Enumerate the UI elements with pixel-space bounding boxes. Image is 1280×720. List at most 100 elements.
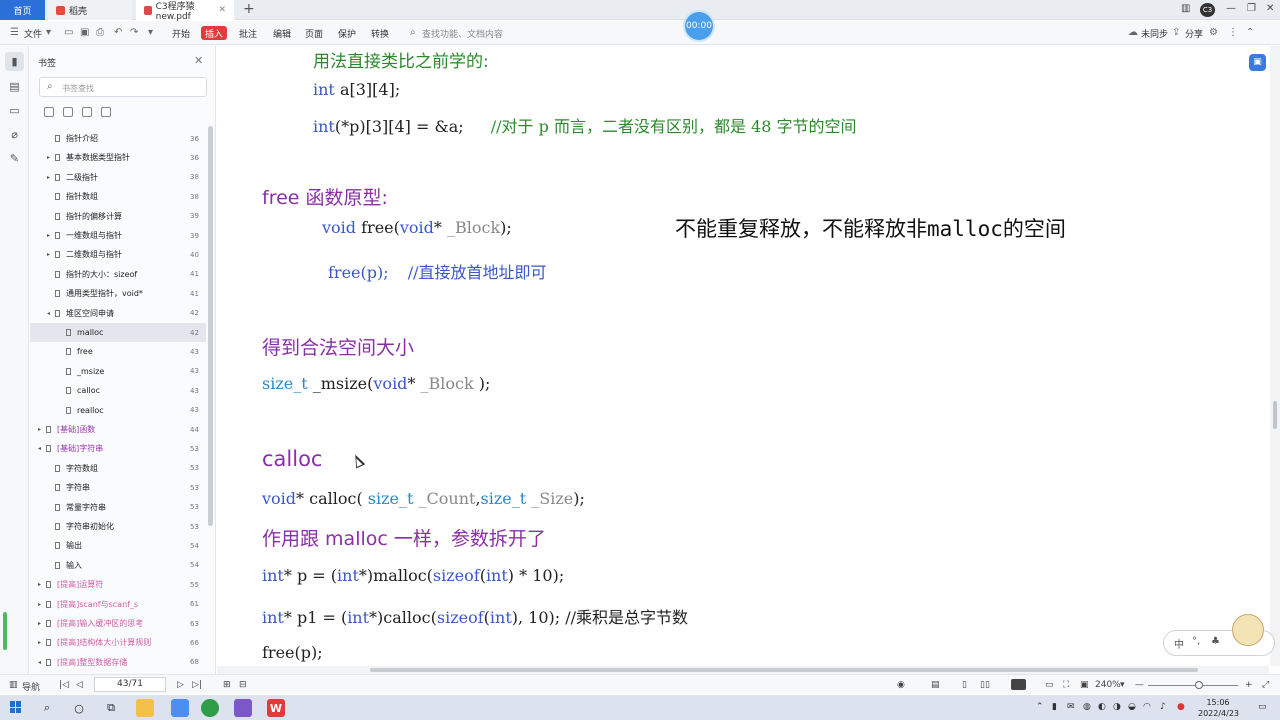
menu-page[interactable]: 页面 <box>305 27 323 40</box>
restore-icon[interactable]: ❐ <box>1247 3 1256 14</box>
print-icon[interactable]: ⎙ <box>96 27 104 38</box>
prev-page-icon[interactable]: ◁ <box>76 680 83 690</box>
continuous-icon[interactable]: ▯ <box>962 680 967 690</box>
bookmark-item[interactable]: free 43 <box>30 342 206 361</box>
minimize-icon[interactable]: — <box>1226 3 1236 14</box>
expand-arrow-icon[interactable]: ◂ <box>47 310 55 317</box>
tab-home[interactable]: 首页 <box>0 0 45 20</box>
bookmark-item[interactable]: ◂ [提高]整型数据存储 68 <box>30 653 206 672</box>
tray-app4-icon[interactable]: ◒ <box>1128 702 1136 712</box>
zoom-in-icon[interactable]: + <box>1245 680 1253 690</box>
expand-arrow-icon[interactable]: ▸ <box>47 251 55 258</box>
menu-convert[interactable]: 转换 <box>371 27 389 40</box>
panel-scrollbar[interactable] <box>208 126 213 526</box>
chevron-down-icon[interactable]: ▾ <box>46 27 51 38</box>
notification-icon[interactable]: ▭ <box>1258 702 1267 712</box>
close-window-icon[interactable]: ✕ <box>1266 3 1274 14</box>
clock[interactable]: 15:06 2022/4/23 <box>1198 697 1239 719</box>
new-tab-button[interactable]: + <box>243 1 255 17</box>
bookmark-item[interactable]: malloc 42 <box>30 323 206 342</box>
layout-icon[interactable]: ▥ <box>1181 3 1190 14</box>
bookmark-item[interactable]: 指针数组 38 <box>30 187 206 206</box>
vertical-scroll-thumb[interactable] <box>1273 401 1277 429</box>
bookmark-item[interactable]: ▸ [基础]函数 44 <box>30 420 206 439</box>
undo-icon[interactable]: ↶ <box>114 27 122 38</box>
expand-arrow-icon[interactable]: ▸ <box>38 639 46 646</box>
more-icon[interactable]: ▾ <box>148 27 153 38</box>
zoom-dropdown-icon[interactable]: ▾ <box>1120 680 1125 690</box>
zoom-slider[interactable] <box>1148 685 1238 686</box>
redo-icon[interactable]: ↷ <box>130 27 138 38</box>
bookmark-item[interactable]: calloc 43 <box>30 381 206 400</box>
bookmark-item[interactable]: 通用类型指针，void* 41 <box>30 284 206 303</box>
bookmark-item[interactable]: ▸ 二维数组与指针 40 <box>30 245 206 264</box>
bookmark-icon[interactable]: ▮ <box>5 52 24 71</box>
bookmark-item[interactable]: 指针的大小：sizeof 41 <box>30 265 206 284</box>
bookmark-item[interactable]: 字符数组 53 <box>30 459 206 478</box>
recording-timer[interactable]: 00:00 <box>685 12 713 40</box>
zoom-out-icon[interactable]: — <box>1135 680 1144 690</box>
bookmark-item[interactable]: _msize 43 <box>30 362 206 381</box>
visual-studio-icon[interactable] <box>234 699 252 717</box>
zoom-slider-knob[interactable] <box>1195 681 1203 689</box>
rotate-icon[interactable]: ⊞ <box>223 680 231 690</box>
tray-app2-icon[interactable]: ◐ <box>1098 702 1106 712</box>
avatar[interactable]: C3 <box>1200 3 1215 17</box>
expand-arrow-icon[interactable]: ▸ <box>47 154 55 161</box>
bookmark-item[interactable]: ▸ 一维数组与指针 39 <box>30 226 206 245</box>
bookmark-item[interactable]: 字符串 53 <box>30 478 206 497</box>
ime-skin-icon[interactable]: ♣ <box>1211 636 1220 647</box>
menu-icon[interactable]: ☰ <box>10 27 19 38</box>
bookmark-item[interactable]: ▸ 基本数据类型指针 36 <box>30 148 206 167</box>
ime-language[interactable]: 中 <box>1174 636 1184 651</box>
menu-insert[interactable]: 插入 <box>201 26 227 40</box>
bookmark-search-input[interactable]: ⌕ 书签查找 <box>39 77 207 97</box>
bookmark-item[interactable]: ◂ 堆区空间申请 42 <box>30 304 206 323</box>
wps-icon[interactable]: W <box>267 699 285 717</box>
expand-arrow-icon[interactable]: ◂ <box>38 445 46 452</box>
file-menu[interactable]: 文件 <box>24 27 42 40</box>
menu-start[interactable]: 开始 <box>172 27 190 40</box>
bookmark-item[interactable]: ▸ [提高]运算符 55 <box>30 575 206 594</box>
page-number-input[interactable]: 43/71 <box>94 677 166 692</box>
tray-mail-icon[interactable]: ✉ <box>1067 702 1075 712</box>
bookmark-item[interactable]: ▸ [提高]结构体大小计算规则 66 <box>30 633 206 652</box>
expand-arrow-icon[interactable]: ▸ <box>38 581 46 588</box>
bookmark-item[interactable]: 常量字符串 53 <box>30 498 206 517</box>
bookmark-item[interactable]: ▸ [提高]scanf与scanf_s 61 <box>30 595 206 614</box>
thumbnail-icon[interactable]: ▤ <box>8 80 21 93</box>
menu-comment[interactable]: 批注 <box>239 27 257 40</box>
bookmark-item[interactable]: 指针的偏移计算 39 <box>30 207 206 226</box>
settings-icon[interactable]: ⚙ <box>1209 27 1218 38</box>
wifi-icon[interactable]: ◠ <box>1143 702 1151 712</box>
bookmark-item[interactable]: ◂ [基础]字符串 53 <box>30 439 206 458</box>
file-explorer-icon[interactable] <box>136 699 154 717</box>
ime-punctuation[interactable]: °, <box>1192 636 1200 647</box>
play-icon[interactable] <box>1011 679 1026 690</box>
zoom-level[interactable]: 240% <box>1095 680 1121 690</box>
attachment-icon[interactable]: ⌀ <box>8 128 21 141</box>
nav-label[interactable]: 导航 <box>22 680 40 693</box>
comment-icon[interactable]: ▭ <box>8 104 21 117</box>
search-icon[interactable]: ⌕ <box>38 699 56 717</box>
bookmark-item[interactable]: 字符串初始化 53 <box>30 517 206 536</box>
horizontal-scrollbar[interactable] <box>217 666 1269 674</box>
close-icon[interactable]: ✕ <box>194 54 203 67</box>
expand-arrow-icon[interactable]: ▸ <box>38 601 46 608</box>
bookmark-item[interactable]: 输出 54 <box>30 536 206 555</box>
tab-close-icon[interactable]: ✕ <box>218 5 226 15</box>
expand-arrow-icon[interactable]: ▸ <box>38 620 46 627</box>
zoom-options-icon[interactable]: ▣ <box>1080 680 1089 690</box>
tab-docer[interactable]: 稻壳 <box>48 0 132 20</box>
single-page-icon[interactable]: ▤ <box>931 680 940 690</box>
fit-page-icon[interactable]: ⛶ <box>1063 680 1069 690</box>
share-button[interactable]: 分享 <box>1185 27 1203 40</box>
volume-icon[interactable]: ♪ <box>1160 702 1166 712</box>
horizontal-scroll-thumb[interactable] <box>370 668 1198 672</box>
bookmark-item[interactable]: realloc 43 <box>30 401 206 420</box>
expand-all-icon[interactable] <box>44 107 54 117</box>
sign-icon[interactable]: ✎ <box>8 152 21 165</box>
tray-antivirus-icon[interactable]: ● <box>1177 702 1185 712</box>
fullscreen-icon[interactable]: ⤢ <box>1262 680 1269 690</box>
tray-app-icon[interactable]: ▮ <box>1052 702 1057 712</box>
